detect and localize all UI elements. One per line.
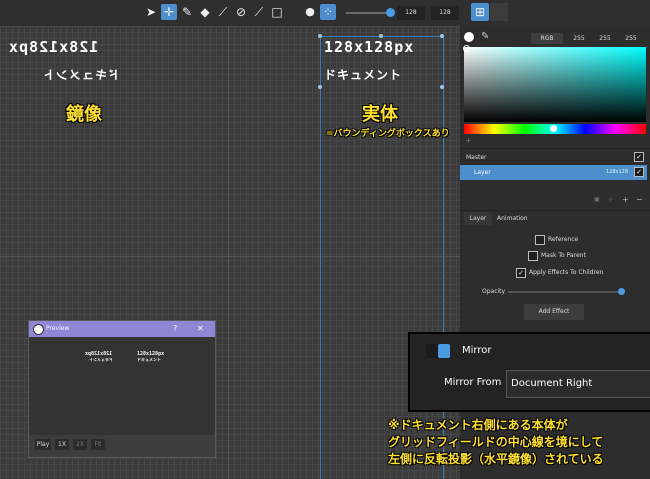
annotation: ※ドキュメント右側にある本体が グリッドフィールドの中心線を境にして 左側に反転… (388, 416, 650, 467)
bbox-handle-top-left[interactable] (318, 34, 322, 38)
mirror-settings-panel: Mirror Mirror From Document Right (408, 332, 650, 412)
zoom-2x-button[interactable]: 2X (73, 439, 87, 450)
saturation-value-picker[interactable] (464, 47, 646, 122)
pen-icon[interactable]: ✎ (179, 4, 195, 20)
color-b-field[interactable]: 255 (621, 33, 641, 44)
top-toolbar: ➤ ✛ ✎ ◆ ⟋ ⊘ ⟋ □ ● ⁘ 128 128 ⊞ (0, 0, 650, 26)
rectangle-icon[interactable]: □ (269, 4, 285, 20)
tab-animation[interactable]: Animation (497, 212, 528, 225)
preview-viewport: 128x128px ドキュメント 128x128px ドキュメント (29, 337, 215, 435)
close-icon[interactable]: ✕ (197, 324, 204, 333)
divider (460, 210, 650, 211)
mirror-from-select[interactable]: Document Right (506, 370, 650, 398)
preview-title: Preview (46, 325, 70, 332)
real-text-size: 128x128px (324, 38, 415, 56)
mask-to-parent-checkbox[interactable] (528, 251, 538, 261)
mirror-toggle[interactable] (426, 344, 450, 358)
round-brush-icon[interactable]: ● (302, 4, 318, 20)
dither-brush-icon[interactable]: ⁘ (320, 4, 336, 20)
annotation-line-3: 左側に反転投影（水平鏡像）されている (388, 452, 604, 466)
reference-checkbox[interactable] (535, 235, 545, 245)
reference-label: Reference (548, 236, 579, 243)
zoom-1x-button[interactable]: 1X (55, 439, 69, 450)
preview-titlebar[interactable]: Preview ? ✕ (29, 321, 215, 337)
merge-layer-icon[interactable]: ⊹ (608, 196, 613, 203)
opacity-slider-knob[interactable] (618, 288, 625, 295)
real-sublabel: =バウンディングボックスあり (326, 129, 450, 139)
mask-to-parent-label: Mask To Parent (541, 252, 586, 259)
line-icon[interactable]: ⟋ (215, 4, 231, 20)
bbox-handle-middle-right[interactable] (440, 85, 444, 89)
add-effect-button[interactable]: Add Effect (524, 304, 584, 320)
brush-size-slider-knob[interactable] (386, 8, 395, 17)
color-g-field[interactable]: 255 (595, 33, 615, 44)
bbox-handle-middle-left[interactable] (318, 85, 322, 89)
mirror-toggle-knob (438, 344, 450, 358)
brush-icon[interactable]: ⟋ (251, 4, 267, 20)
layer-visibility-checkbox[interactable]: ✓ (634, 167, 644, 177)
mirror-text-document: ドキュメント (42, 68, 121, 82)
remove-layer-icon[interactable]: − (636, 195, 643, 204)
real-label: 実体 (362, 104, 398, 125)
preview-window: Preview ? ✕ 128x128px ドキュメント 128x128px ド… (28, 320, 216, 458)
hue-slider-knob[interactable] (550, 125, 557, 132)
divider (460, 148, 650, 149)
grid-option-button[interactable] (490, 3, 508, 21)
opacity-slider[interactable] (508, 291, 622, 293)
preview-real-text-2: ドキュメント (137, 357, 161, 362)
play-button[interactable]: Play (35, 439, 51, 450)
current-color-swatch[interactable] (464, 32, 474, 42)
grid-toggle-icon[interactable]: ⊞ (471, 3, 489, 21)
help-icon[interactable]: ? (173, 324, 177, 333)
layer-info: 128x128 (606, 169, 629, 175)
color-mode-select[interactable]: RGB (531, 33, 563, 44)
apply-effects-checkbox[interactable]: ✓ (516, 268, 526, 278)
annotation-line-1: ※ドキュメント右側にある本体が (388, 418, 568, 432)
color-r-field[interactable]: 255 (569, 33, 589, 44)
select-arrow-icon[interactable]: ➤ (143, 4, 159, 20)
master-visibility-checkbox[interactable]: ✓ (634, 152, 644, 162)
add-swatch-icon[interactable]: + (465, 136, 472, 145)
apply-effects-label: Apply Effects To Children (529, 269, 604, 276)
fit-button[interactable]: Fit (91, 439, 105, 450)
mirror-label: Mirror (462, 345, 492, 356)
picker-cursor[interactable] (463, 45, 470, 52)
brush-size-field-a[interactable]: 128 (397, 6, 425, 20)
annotation-line-2: グリッドフィールドの中心線を境にして (388, 435, 604, 449)
mirror-from-value: Document Right (511, 378, 593, 389)
fill-circle-icon[interactable]: ⊘ (233, 4, 249, 20)
move-cross-icon[interactable]: ✛ (161, 4, 177, 20)
eyedropper-icon[interactable]: ✎ (481, 31, 489, 42)
layer-master[interactable]: Master (466, 154, 487, 161)
app-logo-icon (33, 324, 44, 335)
opacity-label: Opacity (482, 288, 506, 295)
preview-mirror-text-2: ドキュメント (89, 357, 113, 362)
mirror-text-size: 128x128px (8, 38, 99, 56)
tab-layer[interactable]: Layer (464, 212, 492, 225)
duplicate-layer-icon[interactable]: ▣ (594, 196, 600, 203)
bbox-handle-top-right[interactable] (440, 34, 444, 38)
eraser-icon[interactable]: ◆ (197, 4, 213, 20)
mirror-label: 鏡像 (66, 104, 102, 125)
real-text-document: ドキュメント (324, 68, 403, 82)
mirror-from-label: Mirror From (444, 377, 502, 388)
brush-size-field-b[interactable]: 128 (431, 6, 459, 20)
vertical-center-line (228, 26, 229, 479)
add-layer-icon[interactable]: + (622, 195, 629, 204)
layer-name[interactable]: Layer (474, 169, 491, 176)
